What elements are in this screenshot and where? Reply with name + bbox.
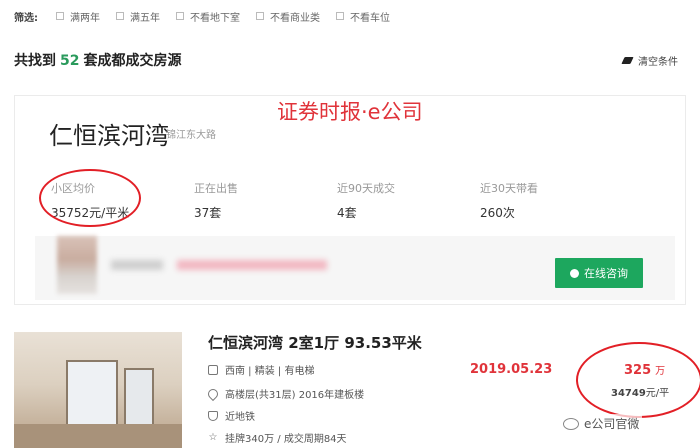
location-pin-icon [205,386,221,401]
filter-option-no-parking[interactable]: 不看车位 [336,9,390,24]
listing-photo[interactable] [14,332,182,448]
watermark-text: 证券时报·e公司 [277,100,423,124]
wechat-icon [563,417,579,430]
annotation-circle [39,169,141,227]
annotation-circle [576,342,700,418]
stat-on-sale: 正在出售 37套 [194,182,238,220]
chat-bubble-icon [570,268,579,278]
filter-bar: 筛选: 满两年 满五年 不看地下室 不看商业类 不看车位 [14,8,406,24]
checkbox[interactable] [176,12,184,20]
results-count: 52 [60,53,80,69]
listing-position-info: 高楼层(共31层) 2016年建板楼 [205,386,364,401]
filter-option-five-years[interactable]: 满五年 [116,9,160,24]
checkbox[interactable] [116,12,124,20]
house-icon [208,364,218,375]
listing-tag: 近地铁 [208,408,255,423]
results-summary: 共找到 52 套成都成交房源 [14,53,182,69]
checkbox[interactable] [56,12,64,20]
community-road: 锦江东大路 [166,130,216,141]
listing-title[interactable]: 仁恒滨河湾 2室1厅 93.53平米 [208,332,422,353]
eraser-icon [621,57,634,64]
clear-filters-button[interactable]: 清空条件 [621,53,678,68]
community-name[interactable]: 仁恒滨河湾 [49,116,169,151]
listing-deal-info: ☆ 挂牌340万 / 成交周期84天 [208,431,347,445]
agent-info-blurred [177,260,327,270]
wechat-watermark: e公司官微 [560,414,643,433]
agent-panel: 在线咨询 [35,236,675,300]
agent-name-blurred [111,260,163,270]
filter-label: 筛选: [14,12,38,24]
star-icon: ☆ [208,431,218,443]
filter-option-no-basement[interactable]: 不看地下室 [176,9,240,24]
stat-deals-90d: 近90天成交 4套 [337,182,395,220]
shield-icon [208,410,218,421]
filter-option-two-years[interactable]: 满两年 [56,9,100,24]
online-consult-button[interactable]: 在线咨询 [555,258,643,288]
checkbox[interactable] [336,12,344,20]
community-card: 仁恒滨河湾 锦江东大路 证券时报·e公司 小区均价 35752元/平米 正在出售… [14,95,686,305]
stat-viewings-30d: 近30天带看 260次 [480,182,538,220]
filter-option-no-commercial[interactable]: 不看商业类 [256,9,320,24]
checkbox[interactable] [256,12,264,20]
agent-avatar[interactable] [57,236,97,294]
listing-house-info: 西南 | 精装 | 有电梯 [208,362,314,377]
deal-date: 2019.05.23 [470,362,553,377]
